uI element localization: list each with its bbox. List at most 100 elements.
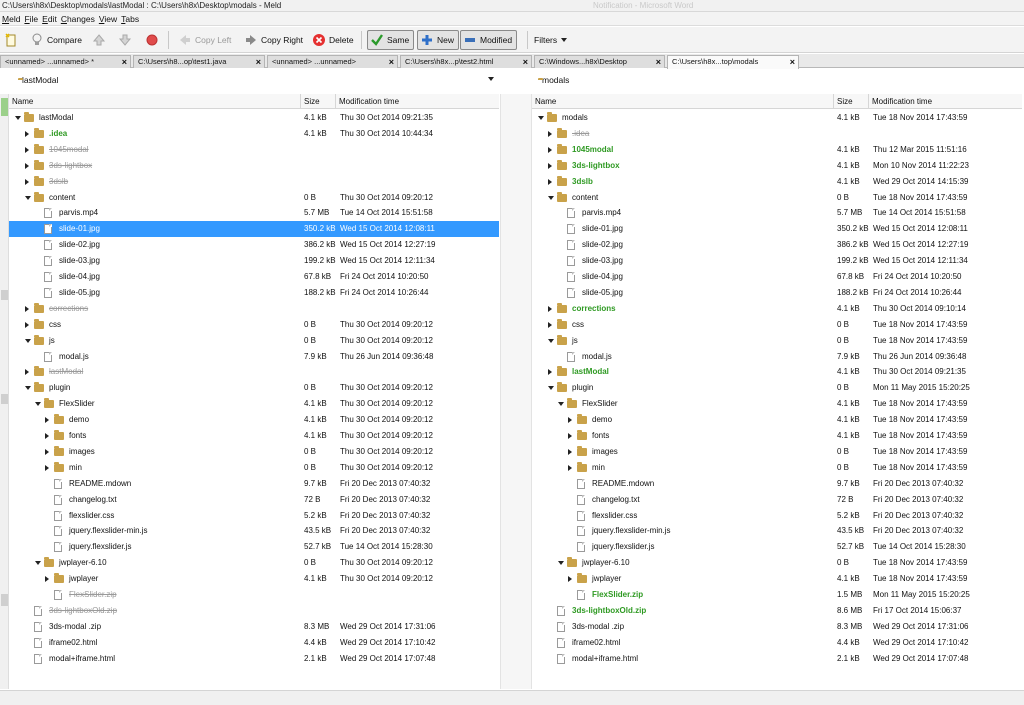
tree-row[interactable]: jquery.flexslider.js 52.7 kB Tue 14 Oct 20…	[9, 539, 499, 555]
size-column-header[interactable]: Size	[834, 94, 869, 109]
tree-row[interactable]: modals 4.1 kB Tue 18 Nov 2014 17:43:59	[532, 110, 1022, 126]
tree-row[interactable]: content 0 B Thu 30 Oct 2014 09:20:12	[9, 190, 499, 206]
tree-row[interactable]: min 0 B Thu 30 Oct 2014 09:20:12	[9, 460, 499, 476]
expander-closed-icon[interactable]	[548, 321, 552, 328]
tree-row[interactable]: min 0 B Tue 18 Nov 2014 17:43:59	[532, 460, 1022, 476]
expander-closed-icon[interactable]	[568, 576, 572, 583]
tree-row[interactable]: .idea	[532, 126, 1022, 142]
tree-row[interactable]: iframe02.html 4.4 kB Wed 29 Oct 2014 17:10…	[9, 635, 499, 651]
filter-modified-toggle[interactable]: Modified	[460, 30, 518, 50]
expander-closed-icon[interactable]	[568, 464, 572, 471]
tree-row[interactable]: jquery.flexslider-min.js 43.5 kB Fri 20 De…	[532, 523, 1022, 539]
tree-row[interactable]: slide-04.jpg 67.8 kB Fri 24 Oct 2014 10:20…	[9, 269, 499, 285]
mtime-column-header[interactable]: Modification time	[336, 94, 499, 109]
tab-unnamed-1[interactable]: <unnamed> ...unnamed> * ×	[0, 55, 131, 68]
close-icon[interactable]: ×	[256, 56, 261, 68]
expander-closed-icon[interactable]	[45, 448, 49, 455]
expander-closed-icon[interactable]	[548, 305, 552, 312]
change-map-gutter[interactable]	[0, 94, 9, 689]
menu-file[interactable]: File	[24, 14, 38, 24]
expander-open-icon[interactable]	[548, 338, 554, 343]
compare-button[interactable]: Compare	[30, 30, 82, 50]
size-column-header[interactable]: Size	[301, 94, 336, 109]
expander-closed-icon[interactable]	[548, 369, 552, 376]
tree-row[interactable]: parvis.mp4 5.7 MB Tue 14 Oct 2014 15:51:58	[9, 205, 499, 221]
previous-change-button[interactable]	[92, 30, 109, 50]
tab-unnamed-2[interactable]: <unnamed> ...unnamed> ×	[267, 55, 398, 68]
tree-row[interactable]: flexslider.css 5.2 kB Fri 20 Dec 2013 07:4…	[532, 508, 1022, 524]
tree-row[interactable]: 3dslb	[9, 174, 499, 190]
tree-row[interactable]: slide-03.jpg 199.2 kB Wed 15 Oct 2014 12:1…	[9, 253, 499, 269]
expander-open-icon[interactable]	[558, 402, 564, 407]
right-directory-tree[interactable]: Name Size Modification time modals 4.1 kB…	[532, 94, 1022, 689]
expander-closed-icon[interactable]	[25, 130, 29, 137]
tree-row[interactable]: jwplayer-6.10 0 B Tue 18 Nov 2014 17:43:59	[532, 555, 1022, 571]
tree-row[interactable]: plugin 0 B Mon 11 May 2015 15:20:25	[532, 380, 1022, 396]
expander-closed-icon[interactable]	[568, 417, 572, 424]
tree-row[interactable]: README.mdown 9.7 kB Fri 20 Dec 2013 07:40:…	[9, 476, 499, 492]
tree-row[interactable]: corrections 4.1 kB Thu 30 Oct 2014 09:10:1…	[532, 301, 1022, 317]
expander-closed-icon[interactable]	[548, 162, 552, 169]
tab-test2-html[interactable]: C:\Users\h8x...p\test2.html ×	[400, 55, 532, 68]
tree-row[interactable]: lastModal 4.1 kB Thu 30 Oct 2014 09:21:35	[9, 110, 499, 126]
expander-closed-icon[interactable]	[45, 417, 49, 424]
close-icon[interactable]: ×	[122, 56, 127, 68]
tree-row[interactable]: fonts 4.1 kB Tue 18 Nov 2014 17:43:59	[532, 428, 1022, 444]
expander-open-icon[interactable]	[35, 402, 41, 407]
menu-edit[interactable]: Edit	[42, 14, 57, 24]
tree-row[interactable]: js 0 B Tue 18 Nov 2014 17:43:59	[532, 333, 1022, 349]
pane-splitter[interactable]	[500, 94, 532, 689]
expander-closed-icon[interactable]	[45, 576, 49, 583]
expander-closed-icon[interactable]	[568, 448, 572, 455]
copy-left-button[interactable]: Copy Left	[178, 30, 231, 50]
expander-closed-icon[interactable]	[25, 178, 29, 185]
stop-button[interactable]	[145, 30, 162, 50]
tree-row[interactable]: modal.js 7.9 kB Thu 26 Jun 2014 09:36:48	[9, 349, 499, 365]
tree-row[interactable]: 3ds-lightboxOld.zip	[9, 603, 499, 619]
expander-closed-icon[interactable]	[25, 146, 29, 153]
tree-row[interactable]: .idea 4.1 kB Thu 30 Oct 2014 10:44:34	[9, 126, 499, 142]
tree-row[interactable]: slide-02.jpg 386.2 kB Wed 15 Oct 2014 12:2…	[9, 237, 499, 253]
tree-row[interactable]: modal+iframe.html 2.1 kB Wed 29 Oct 2014 1…	[532, 651, 1022, 667]
next-change-button[interactable]	[118, 30, 135, 50]
left-directory-tree[interactable]: Name Size Modification time lastModal 4.1…	[9, 94, 499, 689]
tree-row[interactable]: 1045modal 4.1 kB Thu 12 Mar 2015 11:51:16	[532, 142, 1022, 158]
expander-open-icon[interactable]	[25, 386, 31, 391]
tree-row[interactable]: slide-01.jpg 350.2 kB Wed 15 Oct 2014 12:0…	[532, 221, 1022, 237]
close-icon[interactable]: ×	[523, 56, 528, 68]
tree-row[interactable]: 3dslb 4.1 kB Wed 29 Oct 2014 14:15:39	[532, 174, 1022, 190]
expander-closed-icon[interactable]	[45, 464, 49, 471]
tree-row[interactable]: slide-03.jpg 199.2 kB Wed 15 Oct 2014 12:1…	[532, 253, 1022, 269]
expander-closed-icon[interactable]	[548, 130, 552, 137]
tree-row[interactable]: slide-05.jpg 188.2 kB Fri 24 Oct 2014 10:2…	[532, 285, 1022, 301]
tree-row[interactable]: jwplayer 4.1 kB Thu 30 Oct 2014 09:20:12	[9, 571, 499, 587]
tree-row[interactable]: 3ds-modal .zip 8.3 MB Wed 29 Oct 2014 17:3…	[532, 619, 1022, 635]
tree-row[interactable]: FlexSlider.zip	[9, 587, 499, 603]
name-column-header[interactable]: Name	[9, 94, 301, 109]
menu-meld[interactable]: Meld	[2, 14, 20, 24]
right-path-selector[interactable]: modals	[538, 69, 1018, 91]
tree-row[interactable]: 3ds-lightboxOld.zip 8.6 MB Fri 17 Oct 2014…	[532, 603, 1022, 619]
tree-row[interactable]: slide-04.jpg 67.8 kB Fri 24 Oct 2014 10:20…	[532, 269, 1022, 285]
tree-row[interactable]: jquery.flexslider-min.js 43.5 kB Fri 20 De…	[9, 523, 499, 539]
left-path-selector[interactable]: lastModal	[18, 69, 498, 91]
tree-row[interactable]: modal.js 7.9 kB Thu 26 Jun 2014 09:36:48	[532, 349, 1022, 365]
expander-closed-icon[interactable]	[25, 321, 29, 328]
tree-row[interactable]: changelog.txt 72 B Fri 20 Dec 2013 07:40:3…	[9, 492, 499, 508]
tree-row[interactable]: images 0 B Thu 30 Oct 2014 09:20:12	[9, 444, 499, 460]
tree-row[interactable]: fonts 4.1 kB Thu 30 Oct 2014 09:20:12	[9, 428, 499, 444]
expander-open-icon[interactable]	[558, 561, 564, 566]
close-icon[interactable]: ×	[656, 56, 661, 68]
expander-closed-icon[interactable]	[25, 369, 29, 376]
tree-row[interactable]: slide-02.jpg 386.2 kB Wed 15 Oct 2014 12:2…	[532, 237, 1022, 253]
tab-modals[interactable]: C:\Users\h8x...top\modals ×	[667, 55, 799, 69]
new-comparison-button[interactable]	[4, 30, 21, 50]
tree-row[interactable]: slide-05.jpg 188.2 kB Fri 24 Oct 2014 10:2…	[9, 285, 499, 301]
tree-row[interactable]: FlexSlider.zip 1.5 MB Mon 11 May 2015 15:2…	[532, 587, 1022, 603]
tree-row[interactable]: css 0 B Tue 18 Nov 2014 17:43:59	[532, 317, 1022, 333]
tree-row[interactable]: demo 4.1 kB Thu 30 Oct 2014 09:20:12	[9, 412, 499, 428]
expander-closed-icon[interactable]	[548, 178, 552, 185]
tree-row[interactable]: changelog.txt 72 B Fri 20 Dec 2013 07:40:3…	[532, 492, 1022, 508]
expander-open-icon[interactable]	[25, 195, 31, 200]
expander-closed-icon[interactable]	[25, 305, 29, 312]
